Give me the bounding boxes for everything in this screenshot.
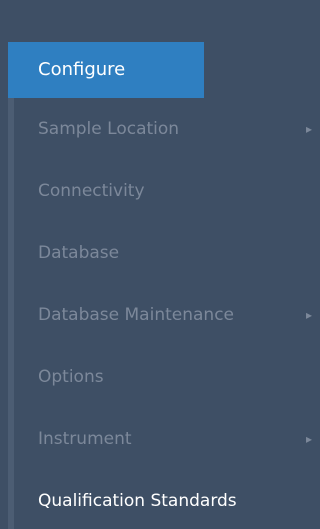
menu-item-qualification-standards[interactable]: Qualification Standards	[14, 470, 314, 529]
menu-item-label: Connectivity	[38, 181, 145, 201]
menu-item-options[interactable]: Options	[14, 346, 314, 408]
chevron-right-icon: ▸	[305, 122, 312, 136]
menu-item-database-maintenance[interactable]: Database Maintenance ▸	[14, 284, 314, 346]
chevron-right-icon: ▸	[305, 308, 312, 322]
chevron-right-icon: ▸	[305, 432, 312, 446]
menu-item-label: Sample Location	[38, 119, 180, 139]
menu-item-sample-location[interactable]: Sample Location ▸	[14, 98, 314, 160]
menu-item-connectivity[interactable]: Connectivity	[14, 160, 314, 222]
configure-menu-header[interactable]: Configure	[8, 42, 204, 98]
menu-item-label: Options	[38, 367, 104, 387]
menu-item-label: Database Maintenance	[38, 305, 234, 325]
menu-item-label: Instrument	[38, 429, 132, 449]
configure-menu-panel: Configure Sample Location ▸ Connectivity…	[0, 0, 314, 529]
configure-menu-list: Sample Location ▸ Connectivity Database …	[8, 98, 314, 529]
menu-item-database[interactable]: Database	[14, 222, 314, 284]
menu-item-label: Database	[38, 243, 120, 263]
menu-item-instrument[interactable]: Instrument ▸	[14, 408, 314, 470]
menu-item-label: Qualification Standards	[38, 491, 237, 511]
